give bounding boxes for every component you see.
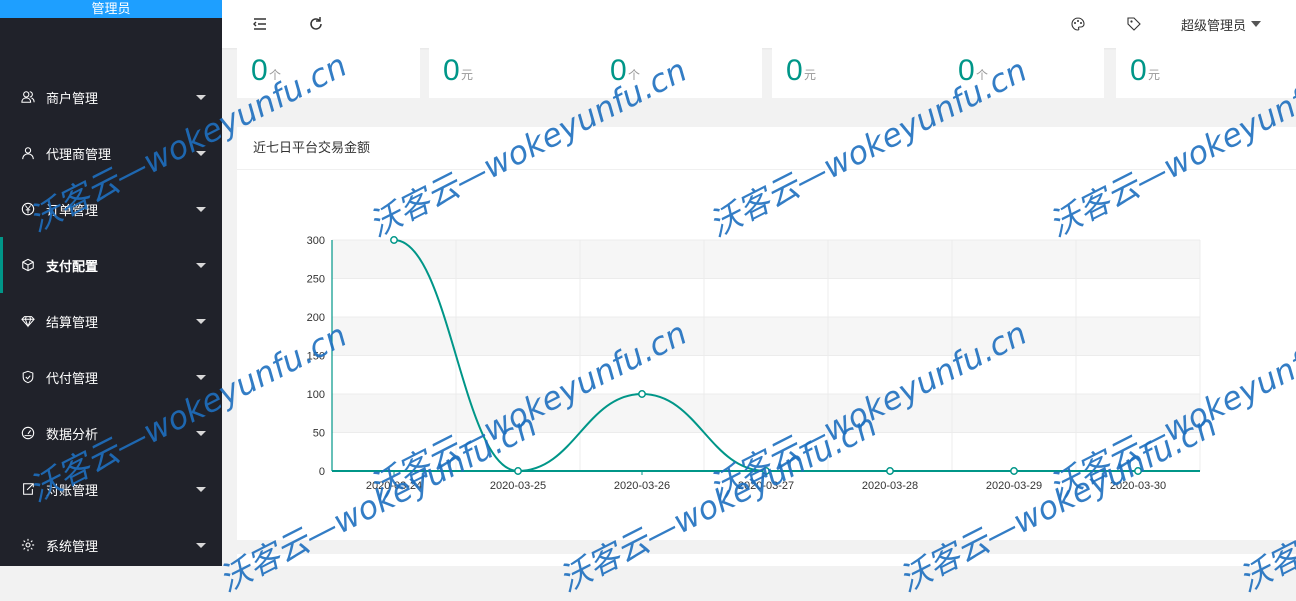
sidebar-item-label: 代付管理 xyxy=(46,370,99,386)
sidebar-item-7[interactable]: 数据分析 xyxy=(0,405,222,461)
sidebar-item-label: 系统管理 xyxy=(46,538,99,554)
stat-unit: 个 xyxy=(269,68,282,82)
stat-card: 0元 xyxy=(772,48,944,98)
stat-card: 0元 xyxy=(429,48,596,98)
sidebar: 管理员 商户管理代理商管理订单管理支付配置结算管理代付管理数据分析对账管理系统管… xyxy=(0,0,222,566)
stat-value: 0 xyxy=(958,54,975,87)
top-header: 超级管理员 xyxy=(222,0,1296,48)
x-tick-label: 2020-03-24 xyxy=(366,480,422,492)
shield-icon xyxy=(20,369,36,385)
grid-band xyxy=(332,240,1200,279)
user-menu[interactable]: 超级管理员 xyxy=(1181,14,1262,34)
user-role-label: 管理员 xyxy=(0,0,222,18)
data-point xyxy=(886,467,894,475)
sidebar-item-label: 数据分析 xyxy=(46,426,99,442)
sidebar-item-9[interactable]: 系统管理 xyxy=(0,517,222,573)
chevron-down-icon xyxy=(196,318,206,324)
sidebar-item-label: 对账管理 xyxy=(46,482,99,498)
y-tick-label: 150 xyxy=(307,351,325,363)
sidebar-item-1[interactable]: 商户管理 xyxy=(0,69,222,125)
sidebar-item-label: 代理商管理 xyxy=(46,146,112,162)
export-icon xyxy=(20,481,36,497)
chart-card: 近七日平台交易金额 0 50 100 150 200 250 300 2020-03-24 20… xyxy=(237,127,1296,540)
user-group-icon xyxy=(20,89,36,105)
y-tick-label: 0 xyxy=(319,466,325,478)
cube-icon xyxy=(20,257,36,273)
chevron-down-icon xyxy=(1251,21,1262,27)
user-icon xyxy=(20,145,36,161)
line-chart: 0 50 100 150 200 250 300 2020-03-24 2020-03-25 20… xyxy=(307,235,1201,492)
x-tick-label: 2020-03-25 xyxy=(490,480,546,492)
y-tick-label: 50 xyxy=(313,428,325,440)
chevron-down-icon xyxy=(196,542,206,548)
diamond-icon xyxy=(20,313,36,329)
stat-value: 0 xyxy=(610,54,627,87)
sidebar-item-3[interactable]: 订单管理 xyxy=(0,181,222,237)
data-point xyxy=(638,390,646,398)
stat-card: 0个 xyxy=(237,48,420,98)
gear-icon xyxy=(20,537,36,553)
stat-unit: 元 xyxy=(1148,68,1161,82)
stat-card: 0个 xyxy=(596,48,762,98)
sidebar-item-label: 商户管理 xyxy=(46,90,99,106)
data-point xyxy=(390,236,398,244)
sidebar-item-label: 订单管理 xyxy=(46,202,99,218)
grid-band xyxy=(332,394,1200,433)
x-tick-label: 2020-03-29 xyxy=(986,480,1042,492)
x-tick-label: 2020-03-28 xyxy=(862,480,918,492)
chevron-down-icon xyxy=(196,94,206,100)
grid-band xyxy=(332,317,1200,356)
sidebar-item-8[interactable]: 对账管理 xyxy=(0,461,222,517)
stat-card: 0个 xyxy=(944,48,1104,98)
tag-icon[interactable] xyxy=(1126,14,1142,34)
sidebar-item-2[interactable]: 代理商管理 xyxy=(0,125,222,181)
menu-fold-icon[interactable] xyxy=(252,14,268,34)
data-point xyxy=(1010,467,1018,475)
next-card xyxy=(237,554,1296,566)
data-point xyxy=(514,467,522,475)
stat-value: 0 xyxy=(786,54,803,87)
stat-value: 0 xyxy=(443,54,460,87)
refresh-icon[interactable] xyxy=(308,14,324,34)
yen-circle-icon xyxy=(20,201,36,217)
y-tick-label: 100 xyxy=(307,389,325,401)
y-tick-label: 250 xyxy=(307,274,325,286)
data-point xyxy=(762,467,770,475)
stat-unit: 个 xyxy=(976,68,989,82)
chevron-down-icon xyxy=(196,486,206,492)
chevron-down-icon xyxy=(196,430,206,436)
x-tick-label: 2020-03-27 xyxy=(738,480,794,492)
x-tick-label: 2020-03-30 xyxy=(1110,480,1166,492)
y-tick-label: 200 xyxy=(307,312,325,324)
sidebar-item-5[interactable]: 结算管理 xyxy=(0,293,222,349)
chevron-down-icon xyxy=(196,374,206,380)
y-tick-label: 300 xyxy=(307,235,325,247)
user-name: 超级管理员 xyxy=(1181,17,1247,33)
stat-value: 0 xyxy=(251,54,268,87)
sidebar-item-4[interactable]: 支付配置 xyxy=(0,237,222,293)
sidebar-item-label: 结算管理 xyxy=(46,314,99,330)
sidebar-item-6[interactable]: 代付管理 xyxy=(0,349,222,405)
chevron-down-icon xyxy=(196,206,206,212)
palette-icon[interactable] xyxy=(1070,14,1086,34)
stat-value: 0 xyxy=(1130,54,1147,87)
stat-unit: 元 xyxy=(804,68,817,82)
stat-unit: 个 xyxy=(628,68,641,82)
data-point xyxy=(1134,467,1142,475)
stat-unit: 元 xyxy=(461,68,474,82)
x-tick-label: 2020-03-26 xyxy=(614,480,670,492)
chevron-down-icon xyxy=(196,262,206,268)
sidebar-item-label: 支付配置 xyxy=(46,258,99,274)
chevron-down-icon xyxy=(196,150,206,156)
gauge-icon xyxy=(20,425,36,441)
stat-card: 0元 xyxy=(1116,48,1296,98)
